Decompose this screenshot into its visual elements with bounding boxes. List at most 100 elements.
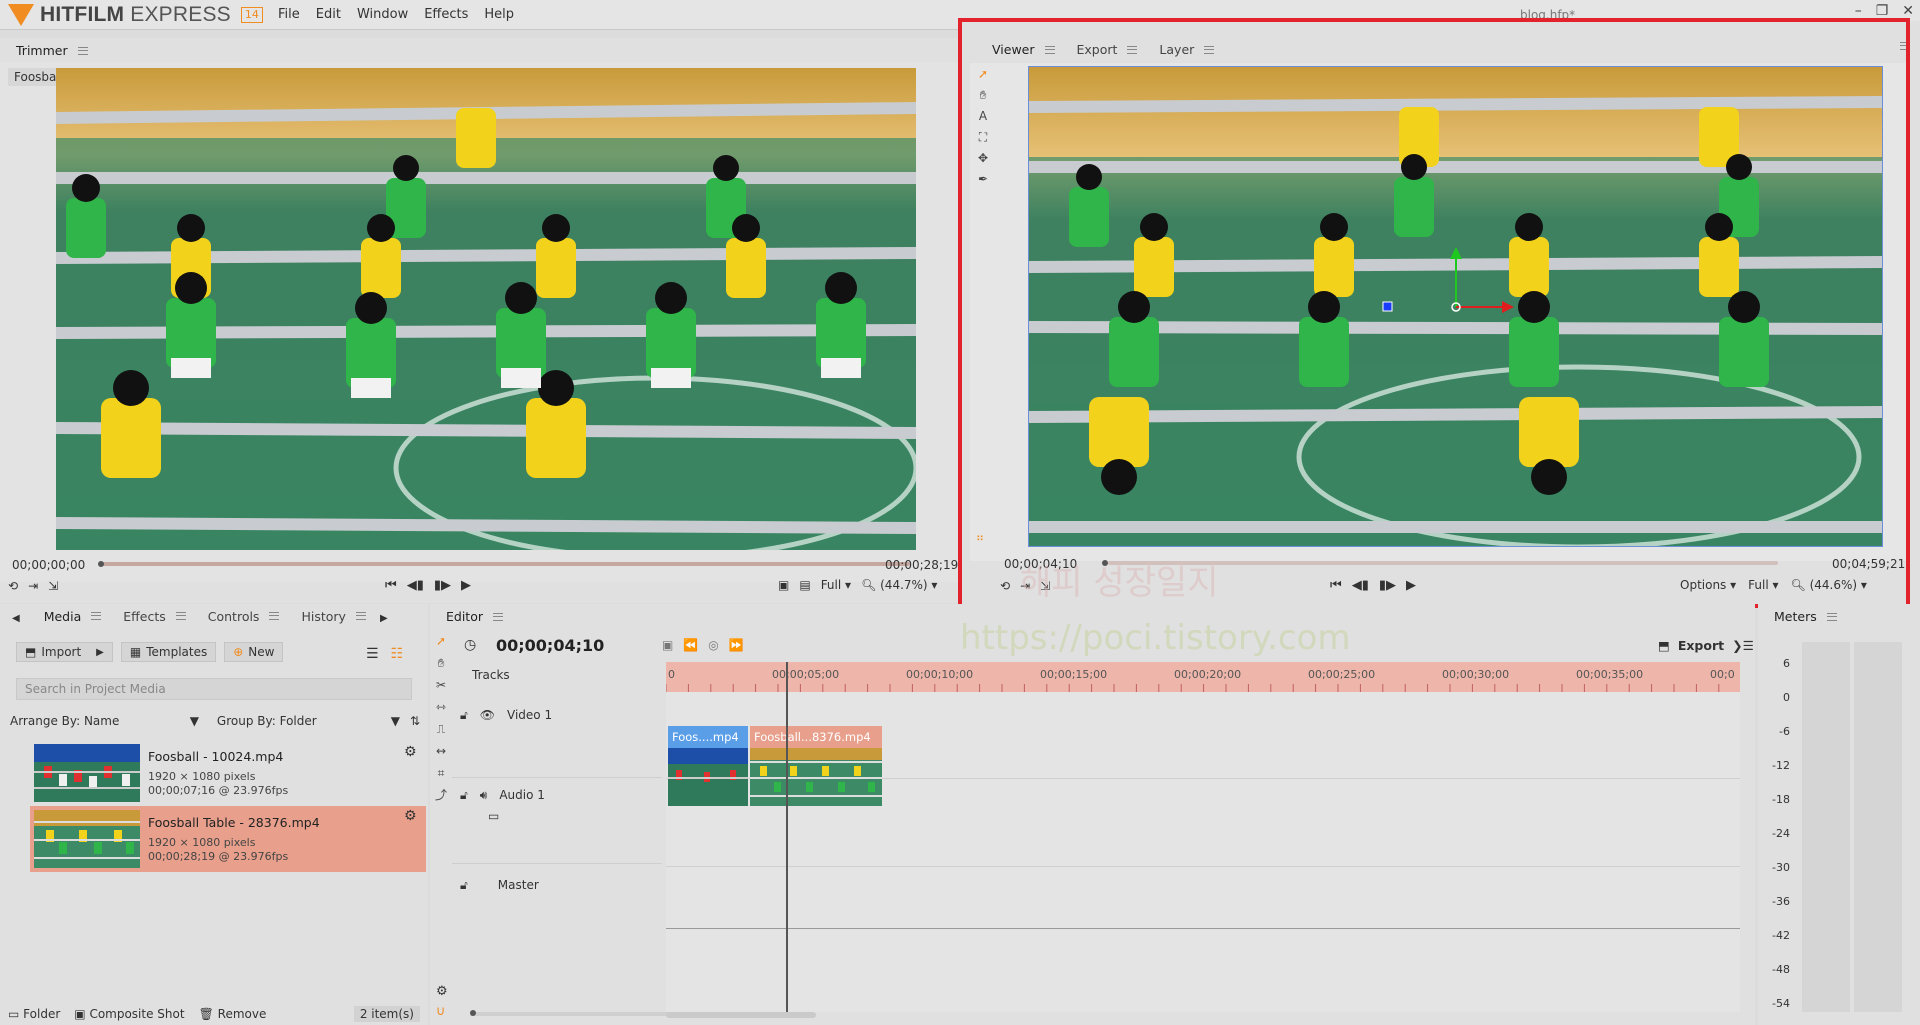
select-tool-icon[interactable]: ➚ bbox=[434, 634, 448, 648]
menu-icon[interactable] bbox=[355, 612, 366, 620]
trimmer-playhead[interactable] bbox=[98, 561, 104, 567]
tab-export[interactable]: Export bbox=[1065, 42, 1148, 61]
rate-stretch-icon[interactable]: ⤴ bbox=[434, 788, 448, 802]
new-folder-button[interactable]: ▭ Folder bbox=[8, 1007, 60, 1021]
origin-tool-icon[interactable]: ✥ bbox=[976, 151, 990, 165]
step-back-icon[interactable]: ◀▮ bbox=[407, 578, 424, 593]
roll-tool-icon[interactable]: ⌗ bbox=[434, 766, 448, 780]
go-to-start-icon[interactable]: ⏮ bbox=[1330, 578, 1342, 593]
tab-meters[interactable]: Meters bbox=[1762, 609, 1847, 628]
thumbnail-toggle-icon[interactable]: ▣ bbox=[662, 638, 673, 652]
list-item[interactable]: Foosball - 10024.mp4 1920 × 1080 pixels … bbox=[0, 740, 428, 806]
scroll-right-icon[interactable]: ▶ bbox=[380, 613, 388, 624]
snapshot-icon[interactable]: ▣ bbox=[778, 578, 789, 592]
quality-select[interactable]: Full ▾ bbox=[821, 578, 851, 592]
menu-window[interactable]: Window bbox=[357, 7, 408, 22]
menu-icon[interactable] bbox=[493, 612, 503, 621]
menu-icon[interactable] bbox=[1204, 45, 1215, 54]
minimize-icon[interactable]: – bbox=[1855, 3, 1862, 19]
timeline-clip[interactable]: Foos....mp4 bbox=[668, 726, 748, 806]
expand-icon[interactable]: ❯☰ bbox=[1732, 638, 1754, 653]
waveform-icon[interactable]: ▭ bbox=[488, 809, 499, 823]
menu-help[interactable]: Help bbox=[484, 7, 514, 22]
menu-icon[interactable] bbox=[77, 46, 88, 55]
transform-tool-icon[interactable]: ⛶ bbox=[976, 130, 990, 144]
step-back-icon[interactable]: ◀▮ bbox=[1352, 578, 1369, 593]
magnet-icon[interactable]: ∪ bbox=[436, 1004, 446, 1019]
tab-media[interactable]: Media bbox=[32, 609, 112, 628]
menu-icon[interactable] bbox=[175, 612, 186, 620]
menu-effects[interactable]: Effects bbox=[424, 7, 468, 22]
panel-menu-icon[interactable] bbox=[1900, 39, 1910, 53]
group-select[interactable]: Group By: Folder ▼ bbox=[217, 714, 400, 728]
eye-icon[interactable]: 👁︎ bbox=[480, 708, 495, 722]
export-button[interactable]: ⬒ Export ❯☰ bbox=[1658, 638, 1754, 653]
lock-icon[interactable]: 🔓︎ bbox=[460, 878, 468, 908]
zoom-control[interactable]: 🔍︎ (44.6%) ▾ bbox=[1791, 578, 1867, 592]
timeline-playhead[interactable] bbox=[786, 662, 788, 1012]
remove-button[interactable]: 🗑︎ Remove bbox=[199, 1007, 267, 1021]
pen-tool-icon[interactable]: ✒ bbox=[976, 172, 990, 186]
tab-trimmer[interactable]: Trimmer bbox=[4, 43, 98, 62]
maximize-icon[interactable]: ❐ bbox=[1876, 3, 1889, 19]
scroll-left-icon[interactable]: ◀ bbox=[12, 613, 20, 624]
gear-icon[interactable]: ⚙ bbox=[436, 984, 448, 999]
zoom-control[interactable]: 🔍︎ (44.7%) ▾ bbox=[861, 578, 937, 592]
speaker-icon[interactable]: 🔊︎ bbox=[480, 788, 488, 803]
templates-button[interactable]: ▦ Templates bbox=[120, 642, 217, 662]
menu-icon[interactable] bbox=[1127, 45, 1138, 54]
razor-tool-icon[interactable]: ✂ bbox=[434, 678, 448, 692]
loop-icon[interactable]: ⟲ bbox=[1000, 579, 1010, 593]
next-marker-icon[interactable]: ⏩ bbox=[729, 638, 744, 652]
tab-layer[interactable]: Layer bbox=[1147, 42, 1224, 61]
overlay-icon[interactable]: ⇲ bbox=[48, 579, 58, 593]
prev-marker-icon[interactable]: ⏪ bbox=[683, 638, 698, 652]
tab-viewer[interactable]: Viewer bbox=[980, 42, 1065, 61]
menu-icon[interactable] bbox=[269, 612, 280, 620]
hand-tool-icon[interactable]: ✋︎ bbox=[976, 88, 990, 102]
import-button[interactable]: ⬒ Import ▶ bbox=[16, 642, 113, 662]
list-view-icon[interactable]: ☰ bbox=[366, 646, 379, 662]
text-tool-icon[interactable]: A bbox=[976, 109, 990, 123]
detail-view-icon[interactable]: ☷ bbox=[391, 646, 404, 662]
menu-icon[interactable] bbox=[1826, 612, 1837, 621]
sort-icon[interactable]: ⇅ bbox=[410, 714, 420, 728]
menu-edit[interactable]: Edit bbox=[316, 7, 341, 22]
trimmer-scrub-bar[interactable] bbox=[100, 562, 910, 566]
lock-icon[interactable]: 🔓︎ bbox=[460, 708, 468, 723]
resize-handle-icon[interactable]: ⠶ bbox=[976, 531, 984, 544]
new-button[interactable]: ⊕ New bbox=[224, 642, 284, 662]
menu-icon[interactable] bbox=[91, 612, 102, 620]
select-tool-icon[interactable]: ➚ bbox=[976, 67, 990, 81]
arrange-select[interactable]: Arrange By: Name ▼ bbox=[10, 714, 199, 728]
go-to-start-icon[interactable]: ⏮ bbox=[385, 578, 397, 593]
hand-tool-icon[interactable]: ✋︎ bbox=[434, 656, 448, 670]
ripple-tool-icon[interactable]: ↔ bbox=[434, 744, 448, 758]
play-icon[interactable]: ▶ bbox=[461, 578, 471, 593]
tab-effects[interactable]: Effects bbox=[111, 609, 196, 628]
step-forward-icon[interactable]: ▮▶ bbox=[434, 578, 451, 593]
media-search-input[interactable]: Search in Project Media bbox=[16, 678, 412, 700]
gear-icon[interactable]: ⚙ bbox=[404, 744, 417, 760]
tab-editor[interactable]: Editor bbox=[434, 609, 513, 628]
step-forward-icon[interactable]: ▮▶ bbox=[1379, 578, 1396, 593]
options-dropdown[interactable]: Options ▾ bbox=[1680, 578, 1736, 592]
snapshot-save-icon[interactable]: ▤ bbox=[799, 578, 810, 592]
marker-icon[interactable]: ◎ bbox=[708, 638, 718, 652]
composite-shot-button[interactable]: ▣ Composite Shot bbox=[74, 1007, 184, 1021]
gear-icon[interactable]: ⚙ bbox=[404, 808, 417, 824]
play-icon[interactable]: ▶ bbox=[1406, 578, 1416, 593]
lock-icon[interactable]: 🔓︎ bbox=[460, 788, 468, 803]
slip-tool-icon[interactable]: ⇿ bbox=[434, 700, 448, 714]
loop-icon[interactable]: ⟲ bbox=[8, 579, 18, 593]
quality-select[interactable]: Full ▾ bbox=[1748, 578, 1778, 592]
timeline-track-area[interactable]: Foos....mp4 Foosball...8376.mp4 bbox=[666, 692, 1740, 1012]
slide-tool-icon[interactable]: ⎍ bbox=[434, 722, 448, 736]
menu-file[interactable]: File bbox=[278, 7, 300, 22]
timeline-scrollbar[interactable] bbox=[666, 1012, 816, 1018]
insert-icon[interactable]: ⇥ bbox=[28, 579, 38, 593]
timeline-ruler[interactable]: 0 00;00;05;00 00;00;10;00 00;00;15;00 00… bbox=[666, 662, 1740, 692]
import-dropdown-icon[interactable]: ▶ bbox=[96, 647, 104, 658]
close-icon[interactable]: ✕ bbox=[1902, 3, 1914, 19]
tab-controls[interactable]: Controls bbox=[196, 609, 290, 628]
